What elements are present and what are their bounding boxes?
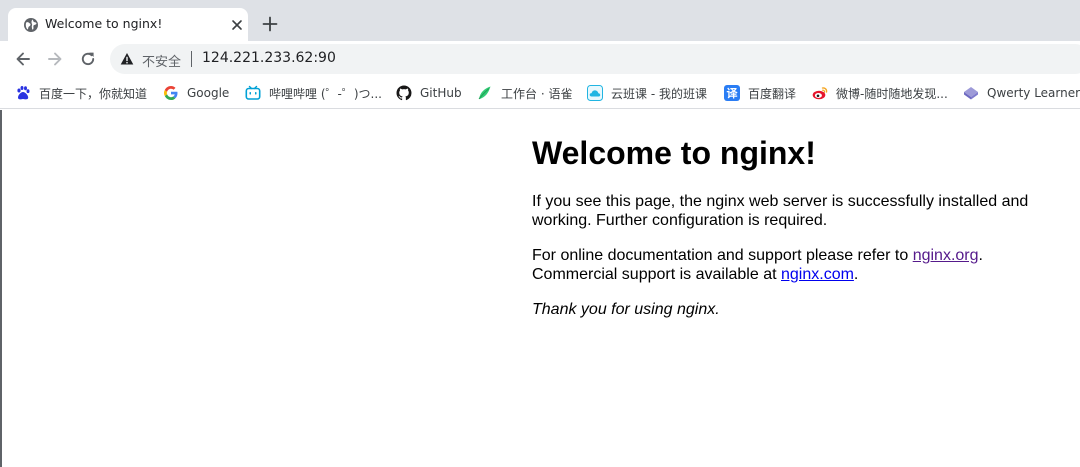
bookmark-github[interactable]: GitHub	[396, 83, 462, 103]
not-secure-label[interactable]: 不安全	[142, 51, 181, 70]
warning-icon[interactable]	[120, 52, 134, 66]
bookmark-baidu-translate[interactable]: 译 百度翻译	[724, 83, 796, 103]
page-content: Welcome to nginx! If you see this page, …	[532, 124, 1052, 335]
bookmark-label: GitHub	[420, 86, 462, 100]
bookmark-google[interactable]: Google	[163, 83, 229, 103]
reload-icon	[81, 52, 95, 66]
bookmark-yuque[interactable]: 工作台 · 语雀	[477, 83, 572, 103]
browser-toolbar: 不安全 124.221.233.62:90	[0, 41, 1080, 77]
bookmark-label: 百度一下，你就知道	[39, 86, 148, 101]
bookmark-label: 微博-随时随地发现...	[836, 86, 948, 101]
google-icon	[164, 86, 178, 100]
bookmark-label: Qwerty Learner	[987, 86, 1080, 100]
baidu-paw-icon	[17, 86, 30, 100]
github-icon	[396, 85, 412, 101]
page-heading: Welcome to nginx!	[532, 135, 816, 171]
bookmark-label: 工作台 · 语雀	[501, 86, 573, 101]
baidu-translate-icon: 译	[724, 85, 740, 101]
bookmark-label: 百度翻译	[748, 86, 797, 101]
arrow-right-icon	[48, 52, 62, 66]
intro-paragraph: If you see this page, the nginx web serv…	[532, 193, 1029, 229]
tab-strip: Welcome to nginx!	[0, 0, 1080, 41]
forward-button[interactable]	[44, 48, 66, 70]
qwerty-icon	[964, 87, 978, 100]
support-text-prefix: For online documentation and support ple…	[532, 247, 913, 264]
bilibili-icon	[245, 85, 261, 100]
nginx-com-link[interactable]: nginx.com	[781, 266, 854, 283]
back-button[interactable]	[12, 48, 34, 70]
weibo-icon	[812, 87, 828, 100]
support-paragraph: For online documentation and support ple…	[532, 246, 1052, 284]
svg-text:译: 译	[727, 87, 739, 100]
thanks-paragraph: Thank you for using nginx.	[532, 300, 1052, 319]
plus-icon	[262, 16, 278, 32]
arrow-left-icon	[16, 52, 30, 66]
bookmark-weibo[interactable]: 微博-随时随地发现...	[812, 83, 948, 103]
tab-welcome-to-nginx[interactable]: Welcome to nginx!	[8, 8, 248, 41]
reload-button[interactable]	[77, 48, 99, 70]
bookmarks-bar: 百度一下，你就知道 Google 哔哩哔哩 (゜-゜)つ... GitHub 工…	[0, 77, 1080, 109]
support-text-mid: .	[978, 247, 983, 264]
close-icon[interactable]	[230, 18, 244, 32]
bookmark-baidu[interactable]: 百度一下，你就知道	[15, 83, 147, 103]
thanks-text: Thank you for using nginx.	[532, 301, 720, 318]
bookmark-qwerty-learner[interactable]: Qwerty Learner	[963, 83, 1080, 103]
globe-icon	[24, 18, 38, 32]
commercial-text-suffix: .	[853, 266, 859, 283]
commercial-text-prefix: Commercial support is available at	[532, 266, 781, 283]
new-tab-button[interactable]	[258, 12, 282, 36]
bookmark-bilibili[interactable]: 哔哩哔哩 (゜-゜)つ...	[245, 83, 382, 103]
url-text[interactable]: 124.221.233.62:90	[202, 50, 336, 66]
nginx-org-link[interactable]: nginx.org	[913, 247, 979, 264]
bookmark-yunbanke[interactable]: 云班课 - 我的班课	[587, 83, 707, 103]
cloud-class-icon	[587, 85, 603, 101]
address-divider	[191, 51, 192, 67]
page-left-edge	[0, 110, 2, 467]
bookmark-label: Google	[187, 86, 230, 100]
bookmark-label: 哔哩哔哩 (゜-゜)つ...	[269, 86, 382, 101]
yuque-icon	[478, 86, 491, 100]
bookmark-label: 云班课 - 我的班课	[611, 86, 707, 101]
tab-title: Welcome to nginx!	[45, 16, 163, 31]
address-bar[interactable]: 不安全 124.221.233.62:90	[110, 44, 1080, 74]
